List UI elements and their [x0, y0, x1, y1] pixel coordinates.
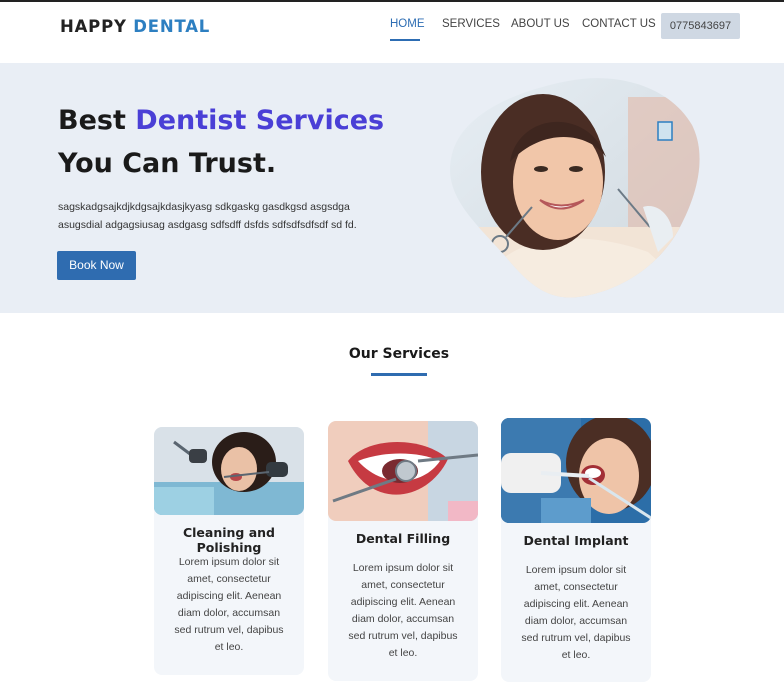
- hero-image: [450, 78, 700, 298]
- card-text: Lorem ipsum dolor sit amet, consectetur …: [348, 562, 458, 659]
- card-title: Dental Implant: [523, 533, 629, 548]
- service-card[interactable]: Dental Implant Lorem ipsum dolor sit ame…: [501, 418, 651, 682]
- nav-home[interactable]: HOME: [390, 18, 425, 30]
- hero-section: Best Dentist Services You Can Trust. sag…: [0, 63, 784, 313]
- nav-contact-us[interactable]: CONTACT US: [582, 18, 656, 30]
- site-header: HAPPY DENTAL HOME SERVICES ABOUT US CONT…: [0, 2, 784, 63]
- active-nav-indicator: [390, 39, 420, 41]
- nav-services[interactable]: SERVICES: [442, 18, 500, 30]
- card-title: Dental Filling: [355, 531, 451, 546]
- card-image-cleaning: [154, 427, 304, 515]
- main-nav: HOME SERVICES ABOUT US CONTACT US 077584…: [0, 2, 784, 63]
- nav-about-us[interactable]: ABOUT US: [511, 18, 570, 30]
- card-title: Cleaning and Polishing: [182, 525, 276, 555]
- card-text: Lorem ipsum dolor sit amet, consectetur …: [174, 556, 284, 653]
- card-image-filling: [328, 421, 478, 521]
- services-title-underline: [371, 373, 427, 376]
- hero-title: Best Dentist Services You Can Trust.: [58, 99, 384, 185]
- service-card[interactable]: Cleaning and Polishing Lorem ipsum dolor…: [154, 427, 304, 675]
- hero-title-accent: Dentist Services: [135, 105, 385, 136]
- hero-description: sagskadgsajkdjkdgsajkdasjkyasg sdkgaskg …: [58, 201, 357, 231]
- phone-button[interactable]: 0775843697: [661, 13, 740, 39]
- service-card[interactable]: Dental Filling Lorem ipsum dolor sit ame…: [328, 421, 478, 681]
- hero-title-plain: Best: [58, 105, 126, 136]
- book-now-button[interactable]: Book Now: [57, 251, 136, 280]
- hero-title-line2: You Can Trust.: [58, 148, 277, 179]
- card-image-implant: [501, 418, 651, 523]
- card-text: Lorem ipsum dolor sit amet, consectetur …: [521, 564, 631, 661]
- services-title: Our Services: [348, 346, 450, 362]
